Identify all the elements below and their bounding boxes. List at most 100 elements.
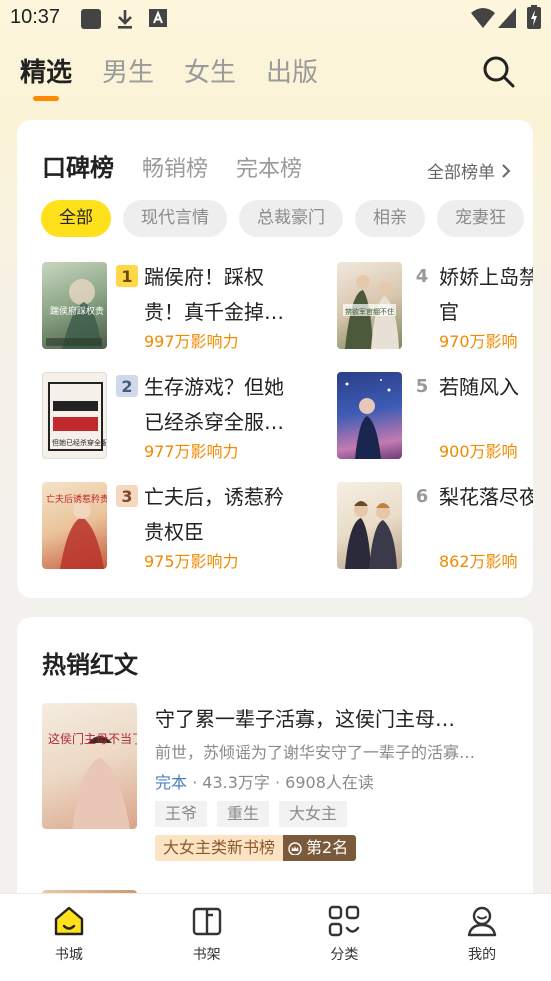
book-title: 踹侯府！踩权贵！真千金掉… (144, 265, 284, 324)
nav-bookstore[interactable]: 书城 (0, 894, 138, 981)
rank-number: 5 (415, 376, 429, 397)
chip-all[interactable]: 全部 (41, 200, 111, 237)
book-title: 亡夫后，诱惹矜贵权臣 (144, 485, 284, 544)
ranking-book[interactable]: 6 梨花落尽夜未明 862万影响 (337, 482, 533, 571)
book-title: 若随风入 (439, 375, 519, 399)
hot-book-item[interactable]: 这侯门主母不当了 守了累一辈子活寡，这侯门主母… 前世，苏倾谣为了谢华安守了一辈… (42, 703, 512, 873)
ranking-book[interactable]: 5 若随风入 900万影响 (337, 372, 533, 461)
book-icon (192, 907, 221, 936)
rank-number: 6 (415, 486, 429, 507)
ranking-book[interactable]: 亡夫后诱惹矜贵权臣 3 亡夫后，诱惹矜贵权臣 975万影响力 (42, 482, 332, 571)
top-tabs: 精选 男生 女生 出版 (20, 52, 348, 102)
book-title: 守了累一辈子活寡，这侯门主母… (155, 707, 455, 731)
book-description: 前世，苏倾谣为了谢华安守了一辈子的活寡… (155, 743, 476, 762)
bottom-nav: 书城 书架 分类 我的 (0, 893, 551, 981)
cover-art: 亡夫后诱惹矜贵权臣 (46, 493, 107, 569)
tab-label: 出版 (266, 58, 319, 88)
crown-icon (288, 842, 302, 855)
rank-badge: 3 (116, 485, 138, 507)
user-icon (467, 906, 497, 937)
search-icon[interactable] (482, 55, 516, 89)
book-heat: 862万影响 (439, 552, 518, 571)
chevron-right-icon (502, 163, 511, 178)
rank-list-name: 大女主类新书榜 (155, 835, 284, 861)
book-title: 娇娇上岛禁欲军官 (439, 265, 533, 324)
nav-label: 分类 (330, 947, 359, 963)
tab-jingxuan[interactable]: 精选 (20, 52, 72, 102)
book-heat: 997万影响力 (144, 332, 239, 351)
book-cover: 踹侯府踩权贵 (42, 262, 107, 349)
wifi-icon (471, 8, 495, 28)
nav-category[interactable]: 分类 (276, 894, 414, 981)
cover-art (345, 379, 391, 459)
tab-label: 精选 (20, 58, 73, 88)
ranking-book[interactable]: 踹侯府踩权贵 1 踹侯府！踩权贵！真千金掉… 997万影响力 (42, 262, 332, 351)
signal-icon (498, 8, 516, 28)
nav-profile[interactable]: 我的 (413, 894, 551, 981)
chip-modern-romance[interactable]: 现代言情 (123, 200, 227, 237)
cover-art: 这侯门主母不当了 (48, 731, 137, 829)
nav-label: 我的 (468, 947, 497, 963)
svg-text:这侯门主母不当了: 这侯门主母不当了 (48, 731, 137, 746)
book-cover: 但她已经杀穿全服了诶 (42, 372, 107, 459)
ranking-book[interactable]: 但她已经杀穿全服了诶 2 生存游戏？但她已经杀穿全服… 977万影响力 (42, 372, 332, 461)
svg-text:禁欲军官绷不住: 禁欲军官绷不住 (345, 307, 394, 316)
book-meta: 完本 · 43.3万字 · 6908人在读 (155, 769, 374, 793)
home-icon (54, 906, 84, 936)
book-cover (337, 372, 402, 459)
cover-art (345, 501, 397, 569)
tab-indicator (33, 96, 59, 101)
nav-label: 书架 (192, 947, 221, 963)
book-tag[interactable]: 大女主 (279, 801, 348, 827)
book-cover: 这侯门主母不当了 (42, 703, 137, 829)
book-heat: 900万影响 (439, 442, 518, 461)
tab-nvsheng[interactable]: 女生 (184, 52, 236, 102)
all-rankings-link[interactable]: 全部榜单 (427, 158, 511, 183)
svg-text:踹侯府踩权贵: 踹侯府踩权贵 (50, 305, 104, 317)
chip-pampered-wife[interactable]: 宠妻狂 (437, 200, 524, 237)
status-bar: 10:37 (0, 0, 551, 36)
category-chips: 全部 现代言情 总裁豪门 相亲 宠妻狂 (41, 200, 533, 237)
ranking-book[interactable]: 禁欲军官绷不住 4 娇娇上岛禁欲军官 970万影响 (337, 262, 533, 351)
book-cover (337, 482, 402, 569)
svg-text:亡夫后诱惹矜贵权臣: 亡夫后诱惹矜贵权臣 (46, 493, 107, 505)
hot-card: 热销红文 这侯门主母不当了 守了累一辈子活寡，这侯门主母… 前世，苏倾谣为了谢华… (17, 617, 533, 907)
book-heat: 970万影响 (439, 332, 518, 351)
tab-label: 男生 (102, 58, 155, 88)
square-icon (81, 9, 101, 29)
book-tag[interactable]: 重生 (217, 801, 270, 827)
cover-art: 踹侯府踩权贵 (46, 279, 104, 349)
svg-text:但她已经杀穿全服了诶: 但她已经杀穿全服了诶 (52, 438, 107, 447)
a-icon (149, 9, 167, 27)
rank-badge: 2 (116, 375, 138, 397)
ranking-card: 口碑榜 畅销榜 完本榜 全部榜单 全部 现代言情 总裁豪门 相亲 宠妻狂 踹侯府… (17, 120, 533, 598)
rank-position: 第2名 (283, 835, 357, 861)
chip-ceo[interactable]: 总裁豪门 (239, 200, 343, 237)
tab-wanben[interactable]: 完本榜 (236, 151, 302, 183)
book-heat: 975万影响力 (144, 552, 239, 571)
book-heat: 977万影响力 (144, 442, 239, 461)
rank-position-label: 第2名 (306, 838, 349, 857)
tab-koubei[interactable]: 口碑榜 (42, 148, 114, 183)
tab-chuban[interactable]: 出版 (266, 52, 318, 102)
chip-blind-date[interactable]: 相亲 (355, 200, 425, 237)
book-title: 梨花落尽夜未明 (439, 485, 533, 509)
section-title: 热销红文 (42, 651, 138, 679)
battery-charging-icon (527, 5, 541, 29)
book-tags: 王爷 重生 大女主 (155, 801, 357, 827)
cover-art: 但她已经杀穿全服了诶 (48, 382, 107, 451)
book-tag[interactable]: 王爷 (155, 801, 208, 827)
book-cover: 禁欲军官绷不住 (337, 262, 402, 349)
cover-art: 禁欲军官绷不住 (343, 275, 399, 349)
all-rankings-label: 全部榜单 (427, 163, 495, 183)
book-cover: 亡夫后诱惹矜贵权臣 (42, 482, 107, 569)
rank-badge: 1 (116, 265, 138, 287)
rank-tag[interactable]: 大女主类新书榜 第2名 (155, 835, 357, 861)
tab-nansheng[interactable]: 男生 (102, 52, 154, 102)
book-stats: · 43.3万字 · 6908人在读 (187, 773, 374, 792)
book-status: 完本 (155, 773, 188, 792)
tab-changxiao[interactable]: 畅销榜 (142, 151, 208, 183)
nav-bookshelf[interactable]: 书架 (138, 894, 276, 981)
book-title: 生存游戏？但她已经杀穿全服… (144, 375, 284, 434)
grid-icon (329, 905, 360, 937)
